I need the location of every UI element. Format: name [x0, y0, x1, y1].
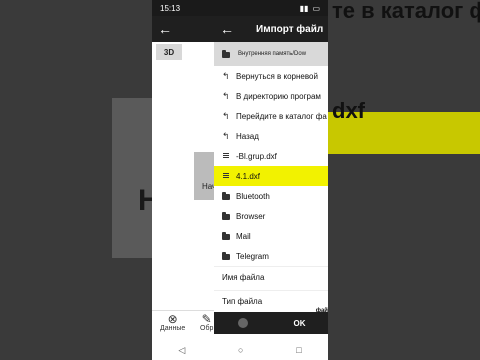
- nav-home-icon[interactable]: ○: [238, 345, 243, 355]
- edit-icon: ✎: [201, 312, 212, 326]
- nav-edit-label: Обр: [200, 325, 214, 332]
- file-list-item[interactable]: Mail: [214, 226, 328, 246]
- dialog-header: ← Импорт файл: [214, 16, 328, 42]
- background-left-text: H: [138, 184, 152, 217]
- file-icon: [222, 152, 230, 160]
- app-back-icon[interactable]: ←: [158, 21, 172, 37]
- ok-button[interactable]: OK: [271, 319, 328, 328]
- file-list-item-label: Перейдите в каталог фа: [236, 111, 327, 121]
- filetype-label: Тип файла: [222, 297, 263, 306]
- nav-data-label: Данные: [160, 325, 186, 332]
- 3d-button[interactable]: 3D: [156, 44, 182, 60]
- nav-back-icon[interactable]: ◁: [178, 345, 185, 356]
- background-dialog: Нач: [194, 152, 216, 200]
- nav-edit[interactable]: ✎ Обр: [200, 313, 213, 332]
- file-list-item-label: -Bl.grup.dxf: [236, 151, 277, 161]
- status-bar: 15:13 ▮▮ ▭: [152, 0, 328, 16]
- file-list-item[interactable]: ↰ Назад: [214, 126, 328, 146]
- background-right-text-1: те в каталог ф: [332, 0, 480, 23]
- app-toolbar: ←: [152, 16, 214, 42]
- return-arrow-icon: ↰: [222, 91, 230, 101]
- data-icon: ⊗: [167, 312, 178, 326]
- file-list-item[interactable]: -Bl.grup.dxf: [214, 146, 328, 166]
- signal-icon: ▮▮: [299, 3, 309, 13]
- cancel-icon: [237, 318, 248, 328]
- battery-icon: ▭: [312, 3, 320, 13]
- folder-open-icon: [222, 50, 230, 58]
- file-list-item-label: Browser: [236, 211, 266, 221]
- import-file-dialog: ← Импорт файл Внутренняя память/Dow ↰ Вер…: [214, 16, 328, 340]
- file-icon: [222, 172, 230, 180]
- file-list: ↰ Вернуться в корневой ↰ В директорию прогр…: [214, 66, 328, 266]
- file-list-item-label: Вернуться в корневой: [236, 71, 318, 81]
- file-list-item[interactable]: ↰ Перейдите в каталог фа: [214, 106, 328, 126]
- file-list-item[interactable]: 4.1.dxf: [214, 166, 328, 186]
- status-time: 15:13: [160, 3, 181, 13]
- folder-icon: [222, 232, 230, 240]
- file-list-item[interactable]: ↰ Вернуться в корневой: [214, 66, 328, 86]
- folder-icon: [222, 212, 230, 220]
- return-arrow-icon: ↰: [222, 111, 230, 121]
- file-list-item-label: 4.1.dxf: [236, 171, 261, 181]
- file-list-item-label: Mail: [236, 231, 251, 241]
- background-right-text-2: dxf: [332, 98, 365, 123]
- file-list-item[interactable]: ↰ В директорию програм: [214, 86, 328, 106]
- return-arrow-icon: ↰: [222, 131, 230, 141]
- file-list-item-label: Telegram: [236, 251, 269, 261]
- dialog-buttons: OK: [214, 312, 328, 334]
- nav-data[interactable]: ⊗ Данные: [160, 313, 185, 332]
- folder-icon: [222, 192, 230, 200]
- system-icons: ▮▮ ▭: [300, 4, 320, 13]
- filename-label: Имя файла: [222, 273, 265, 282]
- nav-recent-icon[interactable]: □: [296, 345, 301, 355]
- system-navigation-bar: ◁ ○ □: [152, 340, 328, 360]
- folder-icon: [222, 252, 230, 260]
- filename-field[interactable]: Имя файла: [214, 266, 328, 288]
- current-path-label: Внутренняя память/Dow: [238, 51, 307, 57]
- dialog-back-icon[interactable]: ←: [220, 21, 238, 37]
- background-right: те в каталог ф dxf: [328, 0, 480, 360]
- return-arrow-icon: ↰: [222, 71, 230, 81]
- file-list-item-label: В директорию програм: [236, 91, 321, 101]
- filetype-field[interactable]: Тип файла фай: [214, 290, 328, 314]
- cancel-button[interactable]: [214, 318, 271, 328]
- background-left: H: [0, 0, 152, 360]
- file-list-item[interactable]: Browser: [214, 206, 328, 226]
- phone-screen: 15:13 ▮▮ ▭ ← 3D Нач ⊗ Данные ✎ Обр ◁ ○ □…: [152, 0, 328, 360]
- file-list-item-label: Bluetooth: [236, 191, 270, 201]
- file-list-item[interactable]: Bluetooth: [214, 186, 328, 206]
- dialog-title: Импорт файл: [256, 23, 324, 35]
- file-list-item-label: Назад: [236, 131, 259, 141]
- file-list-item[interactable]: Telegram: [214, 246, 328, 266]
- current-path: Внутренняя память/Dow: [214, 42, 328, 66]
